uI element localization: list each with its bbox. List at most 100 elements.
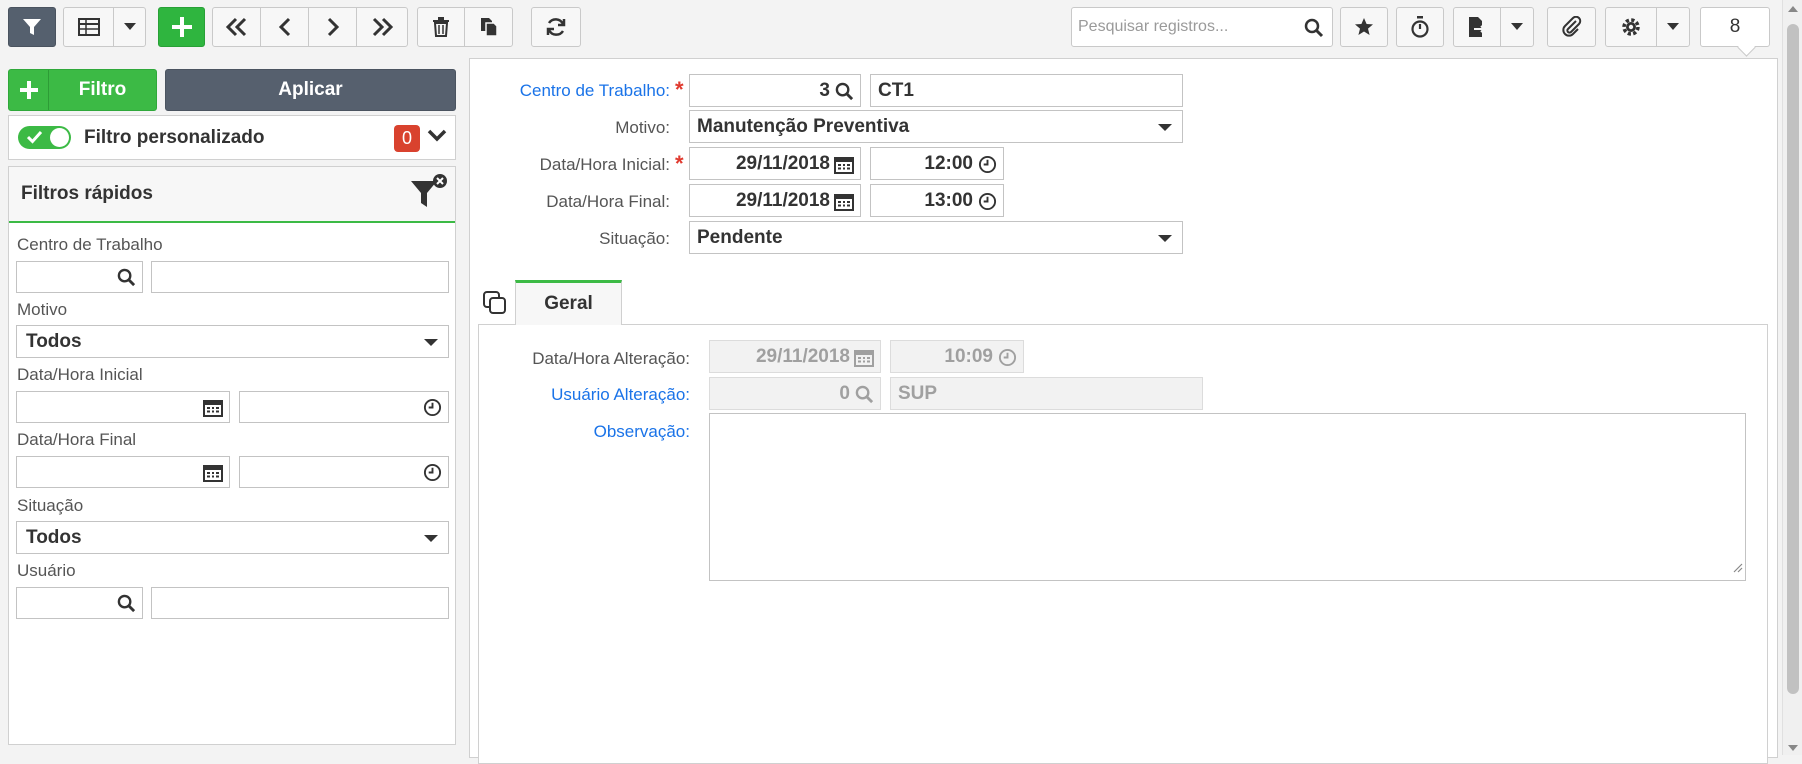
clock-icon[interactable] <box>423 463 442 487</box>
search-icon[interactable] <box>117 268 136 292</box>
last-record-button[interactable] <box>356 7 408 47</box>
motivo-select[interactable]: Manutenção Preventiva <box>689 110 1183 143</box>
previous-record-button[interactable] <box>260 7 309 47</box>
motivo-value: Manutenção Preventiva <box>697 115 910 137</box>
resize-grip-icon[interactable] <box>1731 560 1743 578</box>
data-alteracao-date-value: 29/11/2018 <box>755 345 850 367</box>
qf-data-inicial-time-input[interactable] <box>239 391 449 423</box>
qf-centro-code-input[interactable] <box>16 261 143 293</box>
chevron-down-icon[interactable] <box>427 129 447 148</box>
new-filter-label: Filtro <box>78 79 127 100</box>
data-final-time-value: 13:00 <box>924 189 973 211</box>
data-inicial-date-value: 29/11/2018 <box>735 152 830 174</box>
last-record-icon <box>370 17 394 37</box>
usuario-code-input: 0 <box>709 377 881 410</box>
scroll-down-arrow[interactable] <box>1788 745 1798 751</box>
chevron-down-icon <box>424 339 438 346</box>
calendar-icon[interactable] <box>834 155 854 180</box>
copy-tab-icon[interactable] <box>482 290 508 321</box>
first-record-button[interactable] <box>212 7 261 47</box>
previous-record-icon <box>278 17 292 37</box>
search-icon[interactable] <box>117 594 136 618</box>
usuario-name-input: SUP <box>890 377 1203 410</box>
calendar-icon[interactable] <box>203 398 223 422</box>
tab-geral[interactable]: Geral <box>515 280 622 325</box>
search-icon[interactable] <box>1304 18 1324 43</box>
qf-centro-name-input[interactable] <box>151 261 449 293</box>
new-filter-button[interactable]: Filtro <box>8 69 157 111</box>
search-icon[interactable] <box>835 82 854 107</box>
centro-code-value: 3 <box>819 79 830 101</box>
filter-icon <box>22 17 42 37</box>
observacao-label[interactable]: Observação: <box>478 422 690 442</box>
clock-icon[interactable] <box>978 192 997 217</box>
paperclip-icon <box>1561 16 1583 38</box>
data-final-time-input[interactable]: 13:00 <box>870 184 1004 217</box>
filter-toggle-button[interactable] <box>8 7 56 47</box>
situacao-value: Pendente <box>697 226 783 248</box>
qf-situacao-label: Situação <box>17 496 84 515</box>
usuario-code-value: 0 <box>839 382 850 404</box>
scroll-up-arrow[interactable] <box>1788 6 1798 12</box>
calendar-icon[interactable] <box>203 463 223 487</box>
qf-data-inicial-date-input[interactable] <box>16 391 230 423</box>
page-scrollbar[interactable] <box>1782 0 1802 755</box>
qf-situacao-select[interactable]: Todos <box>16 521 449 554</box>
qf-usuario-name-input[interactable] <box>151 587 449 619</box>
motivo-label: Motivo: <box>615 118 670 137</box>
situacao-label: Situação: <box>599 229 670 248</box>
attachments-button[interactable] <box>1547 7 1596 47</box>
usuario-alteracao-label[interactable]: Usuário Alteração: <box>478 385 690 405</box>
calendar-icon[interactable] <box>834 192 854 217</box>
export-button[interactable] <box>1453 7 1501 47</box>
clock-icon[interactable] <box>978 155 997 180</box>
qf-data-final-date-input[interactable] <box>16 456 230 488</box>
duplicate-button[interactable] <box>464 7 513 47</box>
data-inicial-date-input[interactable]: 29/11/2018 <box>689 147 861 180</box>
data-inicial-time-input[interactable]: 12:00 <box>870 147 1004 180</box>
next-record-button[interactable] <box>308 7 357 47</box>
centro-trabalho-label[interactable]: Centro de Trabalho: <box>470 81 670 101</box>
apply-filter-button[interactable]: Aplicar <box>165 69 456 111</box>
grid-view-dropdown[interactable] <box>113 7 146 47</box>
required-marker: * <box>675 151 684 176</box>
favorite-button[interactable] <box>1340 7 1388 47</box>
observacao-textarea[interactable] <box>709 413 1746 581</box>
chevron-down-icon <box>1158 235 1172 242</box>
delete-button[interactable] <box>417 7 465 47</box>
search-records[interactable] <box>1071 7 1333 47</box>
search-icon <box>855 385 874 410</box>
centro-code-input[interactable]: 3 <box>689 74 861 107</box>
add-record-button[interactable] <box>158 7 205 47</box>
qf-data-final-time-input[interactable] <box>239 456 449 488</box>
custom-filter-count-badge: 0 <box>394 125 420 152</box>
export-dropdown[interactable] <box>1500 7 1534 47</box>
qf-motivo-label: Motivo <box>17 300 68 319</box>
data-alteracao-date-input: 29/11/2018 <box>709 340 881 373</box>
clock-icon[interactable] <box>423 398 442 422</box>
scrollbar-thumb[interactable] <box>1787 24 1799 694</box>
clear-filter-icon[interactable] <box>409 173 449 221</box>
chevron-down-icon <box>424 535 438 542</box>
search-input[interactable] <box>1072 8 1292 46</box>
qf-usuario-label: Usuário <box>17 561 76 580</box>
timer-button[interactable] <box>1396 7 1444 47</box>
qf-situacao-value: Todos <box>26 526 82 548</box>
first-record-icon <box>225 17 249 37</box>
copy-icon <box>479 17 499 37</box>
stopwatch-icon <box>1410 16 1430 38</box>
settings-dropdown[interactable] <box>1656 7 1690 47</box>
qf-motivo-select[interactable]: Todos <box>16 325 449 358</box>
refresh-button[interactable] <box>531 7 581 47</box>
custom-filter-toggle[interactable] <box>18 126 71 149</box>
centro-name-input[interactable]: CT1 <box>870 74 1183 107</box>
next-record-icon <box>326 17 340 37</box>
settings-button[interactable] <box>1605 7 1657 47</box>
qf-usuario-code-input[interactable] <box>16 587 143 619</box>
data-final-date-input[interactable]: 29/11/2018 <box>689 184 861 217</box>
grid-view-button[interactable] <box>63 7 114 47</box>
quick-filters-title: Filtros rápidos <box>21 183 153 204</box>
export-icon <box>1467 16 1487 38</box>
quick-filters-panel: Filtros rápidos Centro de Trabalho Motiv… <box>8 166 456 745</box>
situacao-select[interactable]: Pendente <box>689 221 1183 254</box>
